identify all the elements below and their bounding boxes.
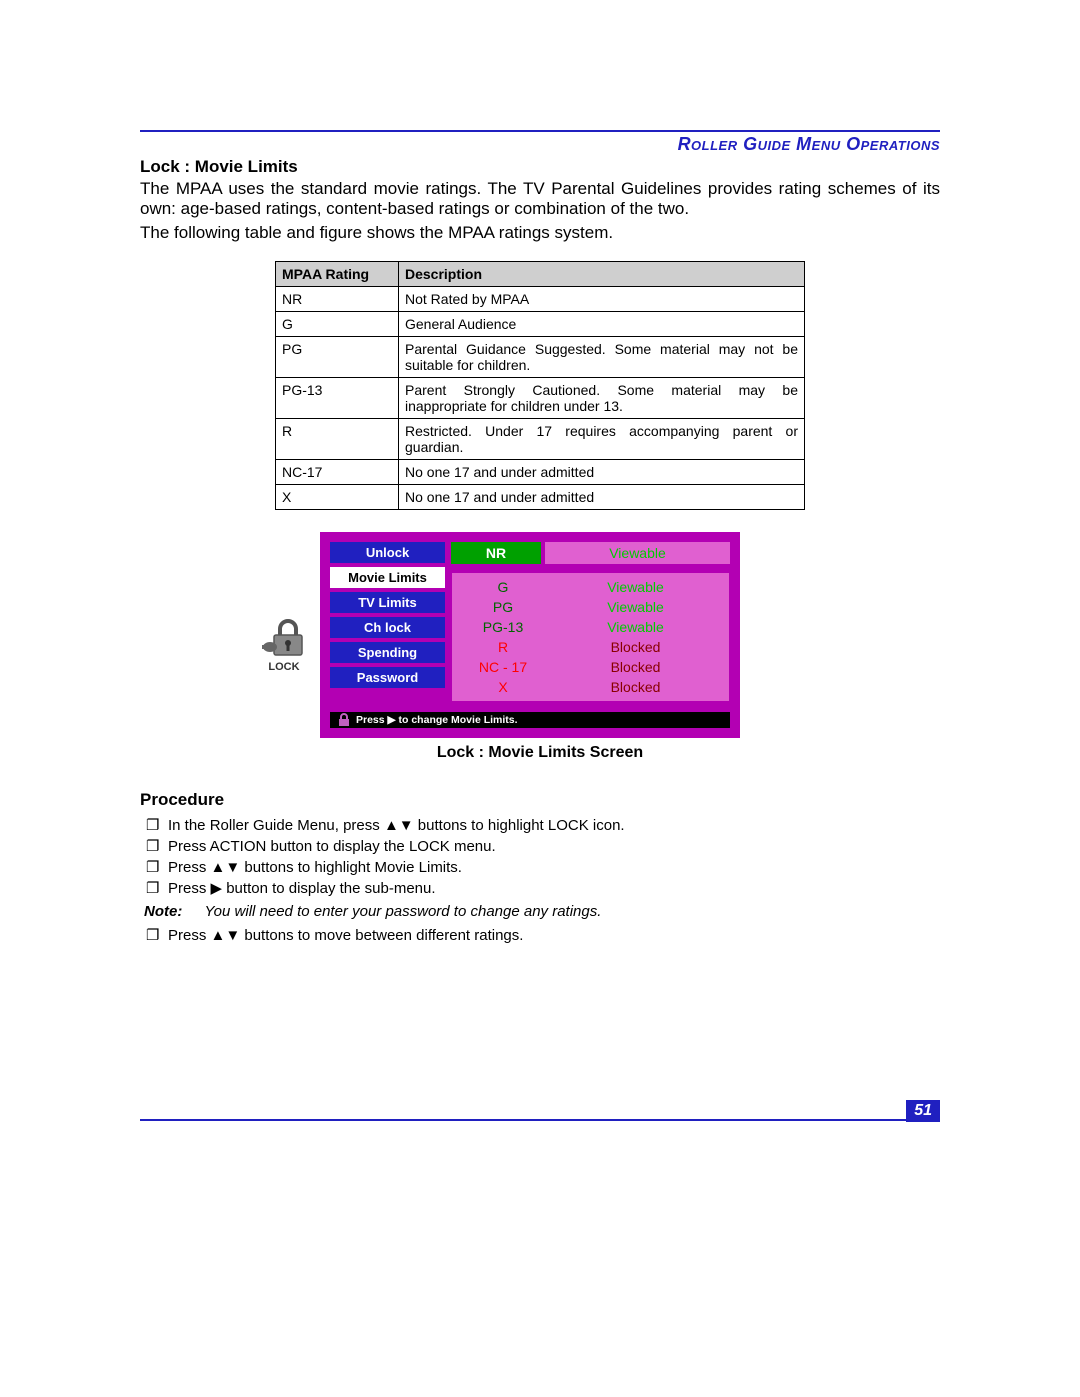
lock-icon: LOCK xyxy=(260,617,308,673)
note-label: Note: xyxy=(144,903,182,920)
rating-cell: R xyxy=(276,419,399,460)
table-header-desc: Description xyxy=(399,262,805,287)
procedure-list-2: Press ▲▼ buttons to move between differe… xyxy=(140,926,940,944)
osd-menu-item[interactable]: Ch lock xyxy=(330,617,445,638)
rating-label: X xyxy=(458,677,548,697)
rating-label: G xyxy=(458,577,548,597)
mpaa-ratings-table: MPAA Rating Description NRNot Rated by M… xyxy=(275,261,805,510)
description-cell: Parent Strongly Cautioned. Some material… xyxy=(399,378,805,419)
intro-paragraph-1: The MPAA uses the standard movie ratings… xyxy=(140,179,940,219)
rating-status: Viewable xyxy=(548,597,723,617)
rating-cell: X xyxy=(276,485,399,510)
rating-cell: NR xyxy=(276,287,399,312)
osd-menu-item[interactable]: Password xyxy=(330,667,445,688)
list-item: Press ▲▼ buttons to move between differe… xyxy=(168,926,940,944)
rating-line[interactable]: PG-13Viewable xyxy=(452,617,729,637)
ratings-box: GViewablePGViewablePG-13ViewableRBlocked… xyxy=(451,572,730,702)
osd-menu-item[interactable]: Movie Limits xyxy=(330,567,445,588)
breadcrumb: Roller Guide Menu Operations xyxy=(140,134,940,155)
list-item: Press ▶ button to display the sub-menu. xyxy=(168,879,940,897)
table-header-rating: MPAA Rating xyxy=(276,262,399,287)
rating-cell: PG xyxy=(276,337,399,378)
rating-line[interactable]: NC - 17Blocked xyxy=(452,657,729,677)
procedure-title: Procedure xyxy=(140,790,940,810)
description-cell: Restricted. Under 17 requires accompanyi… xyxy=(399,419,805,460)
rating-line[interactable]: GViewable xyxy=(452,577,729,597)
lock-small-icon xyxy=(336,712,352,731)
description-cell: Parental Guidance Suggested. Some materi… xyxy=(399,337,805,378)
rating-status: Blocked xyxy=(548,657,723,677)
rating-status: Viewable xyxy=(548,617,723,637)
table-row: XNo one 17 and under admitted xyxy=(276,485,805,510)
rating-label: NC - 17 xyxy=(458,657,548,677)
osd-footer-hint: Press ▶ to change Movie Limits. xyxy=(330,712,730,728)
table-row: PGParental Guidance Suggested. Some mate… xyxy=(276,337,805,378)
description-cell: General Audience xyxy=(399,312,805,337)
table-row: NC-17No one 17 and under admitted xyxy=(276,460,805,485)
rating-line[interactable]: RBlocked xyxy=(452,637,729,657)
rating-cell: G xyxy=(276,312,399,337)
rating-status: Blocked xyxy=(548,637,723,657)
procedure-list: In the Roller Guide Menu, press ▲▼ butto… xyxy=(140,816,940,897)
note-row: Note: You will need to enter your passwo… xyxy=(144,903,940,920)
intro-paragraph-2: The following table and figure shows the… xyxy=(140,223,940,243)
osd-menu: Unlock Movie Limits TV Limits Ch lock Spendi… xyxy=(330,542,445,702)
description-cell: Not Rated by MPAA xyxy=(399,287,805,312)
table-row: NRNot Rated by MPAA xyxy=(276,287,805,312)
nr-status: Viewable xyxy=(545,542,730,564)
osd-menu-item[interactable]: TV Limits xyxy=(330,592,445,613)
rating-status: Viewable xyxy=(548,577,723,597)
section-title: Lock : Movie Limits xyxy=(140,157,940,177)
rating-line[interactable]: PGViewable xyxy=(452,597,729,617)
rating-label: PG-13 xyxy=(458,617,548,637)
rating-line[interactable]: XBlocked xyxy=(452,677,729,697)
lock-icon-label: LOCK xyxy=(268,661,299,673)
list-item: Press ACTION button to display the LOCK … xyxy=(168,837,940,855)
description-cell: No one 17 and under admitted xyxy=(399,485,805,510)
osd-menu-item[interactable]: Spending xyxy=(330,642,445,663)
list-item: In the Roller Guide Menu, press ▲▼ butto… xyxy=(168,816,940,834)
osd-menu-item[interactable]: Unlock xyxy=(330,542,445,563)
rating-label: PG xyxy=(458,597,548,617)
nr-label[interactable]: NR xyxy=(451,542,541,564)
description-cell: No one 17 and under admitted xyxy=(399,460,805,485)
table-row: RRestricted. Under 17 requires accompany… xyxy=(276,419,805,460)
rating-cell: NC-17 xyxy=(276,460,399,485)
rating-status: Blocked xyxy=(548,677,723,697)
rating-label: R xyxy=(458,637,548,657)
list-item: Press ▲▼ buttons to highlight Movie Limi… xyxy=(168,858,940,876)
movie-limits-screen: Unlock Movie Limits TV Limits Ch lock Spendi… xyxy=(320,532,740,738)
note-text: You will need to enter your password to … xyxy=(205,903,602,920)
table-row: PG-13Parent Strongly Cautioned. Some mat… xyxy=(276,378,805,419)
table-row: GGeneral Audience xyxy=(276,312,805,337)
page-number: 51 xyxy=(906,1100,940,1122)
osd-caption: Lock : Movie Limits Screen xyxy=(320,744,760,762)
rating-cell: PG-13 xyxy=(276,378,399,419)
